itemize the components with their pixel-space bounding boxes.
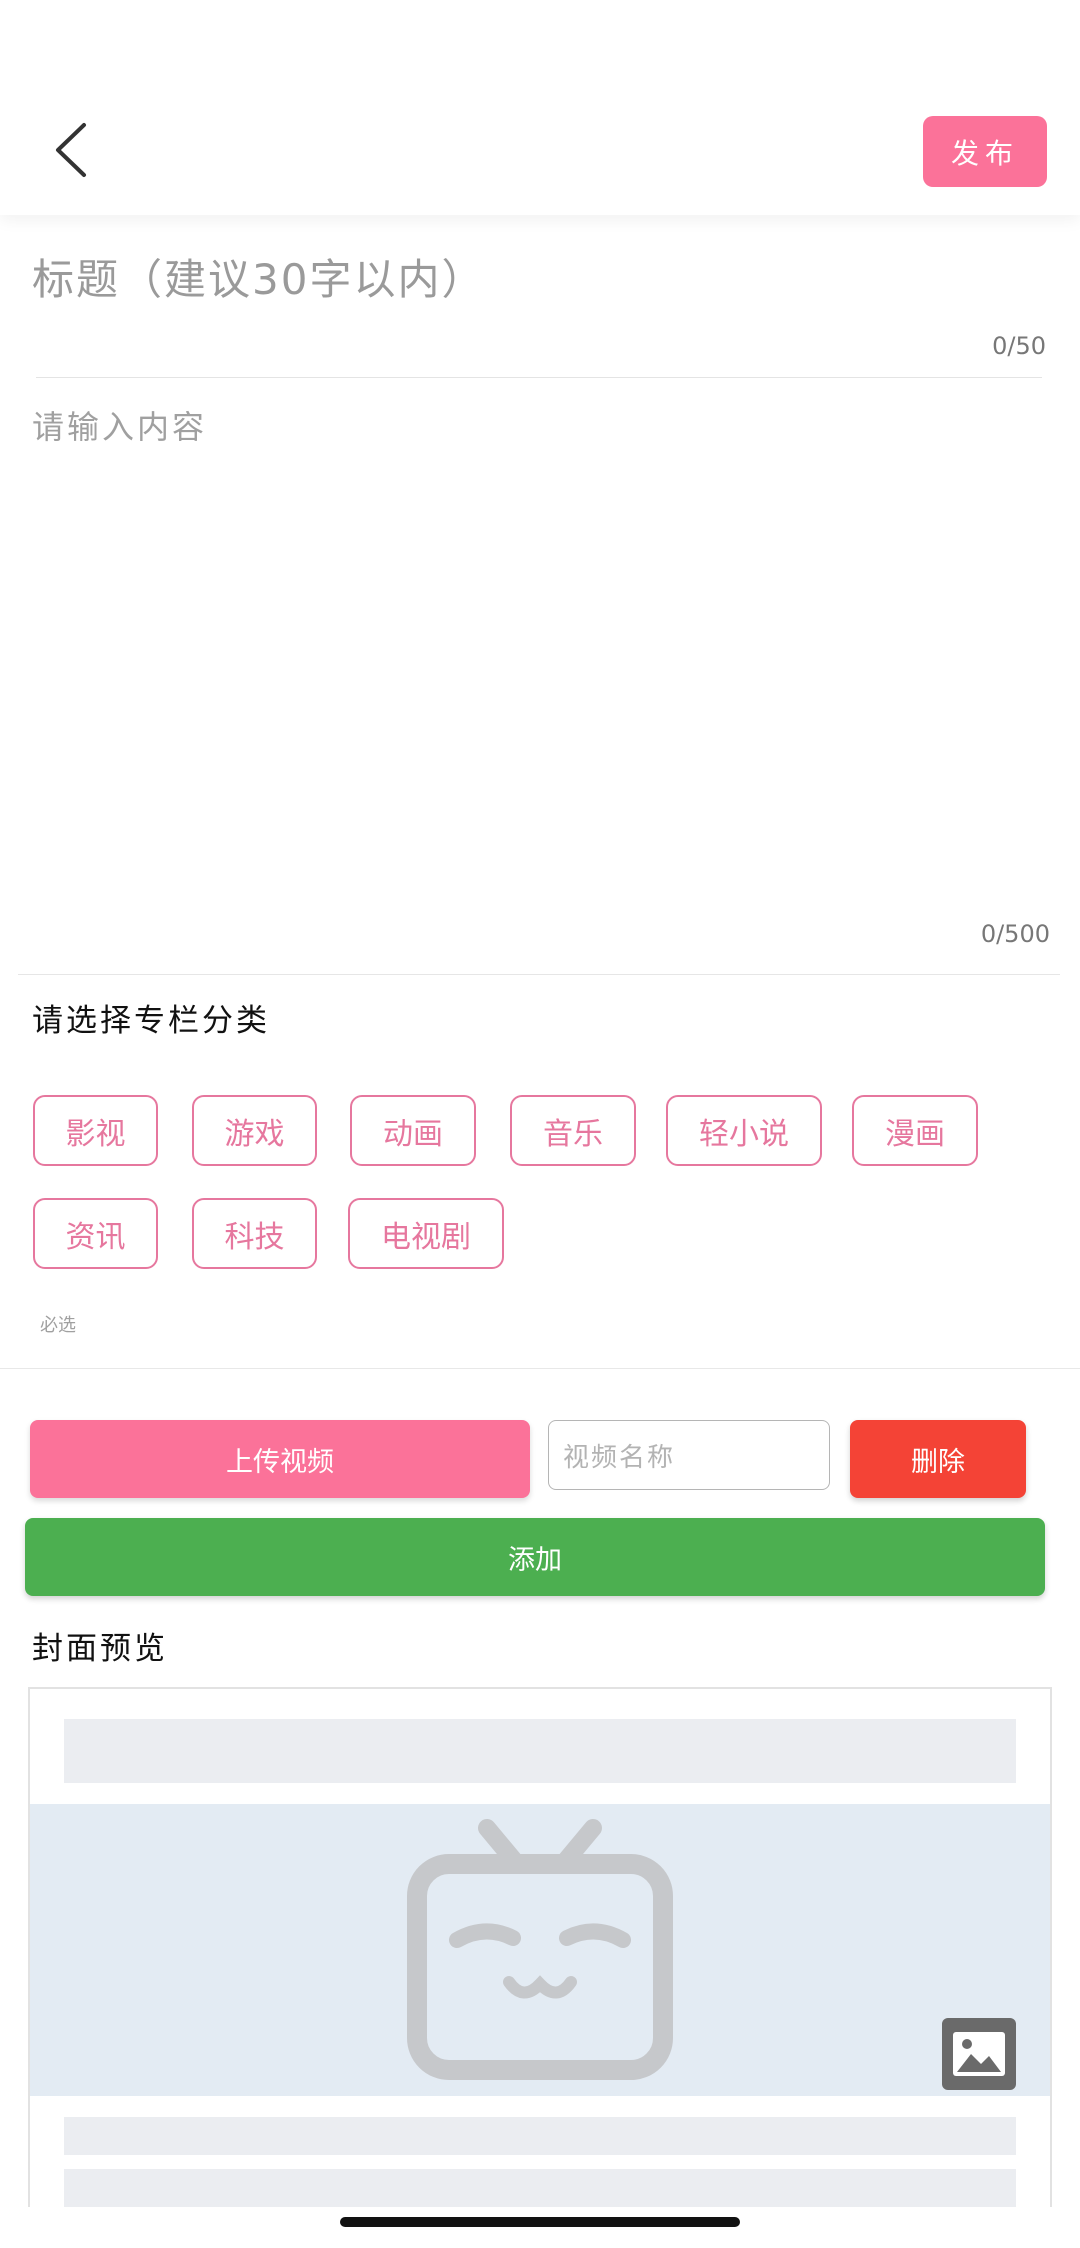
title-input[interactable]: 标题（建议30字以内） bbox=[32, 245, 1042, 315]
video-name-input[interactable]: 视频名称 bbox=[548, 1420, 830, 1490]
category-tag-film[interactable]: 影视 bbox=[33, 1095, 158, 1166]
home-indicator bbox=[340, 2217, 740, 2227]
tv-mascot-icon bbox=[407, 1819, 673, 2080]
category-tag-animation[interactable]: 动画 bbox=[350, 1095, 476, 1166]
cover-preview-label: 封面预览 bbox=[32, 1631, 168, 1667]
image-picker-button[interactable] bbox=[942, 2018, 1016, 2090]
skeleton-line bbox=[64, 2169, 1016, 2207]
chevron-left-icon bbox=[56, 123, 86, 177]
content-char-counter: 0/500 bbox=[980, 920, 1050, 948]
required-hint: 必选 bbox=[40, 1315, 76, 1336]
top-bar: 发布 bbox=[0, 0, 1080, 215]
upload-video-button[interactable]: 上传视频 bbox=[30, 1420, 530, 1498]
publish-button[interactable]: 发布 bbox=[923, 116, 1047, 187]
divider bbox=[18, 974, 1060, 975]
cover-image-placeholder bbox=[30, 1804, 1050, 2096]
category-tag-games[interactable]: 游戏 bbox=[192, 1095, 317, 1166]
add-button[interactable]: 添加 bbox=[25, 1518, 1045, 1596]
skeleton-line bbox=[64, 2117, 1016, 2155]
content-textarea[interactable]: 请输入内容 bbox=[32, 402, 1042, 902]
category-tag-tech[interactable]: 科技 bbox=[192, 1198, 317, 1269]
delete-button[interactable]: 删除 bbox=[850, 1420, 1026, 1498]
back-button[interactable] bbox=[44, 115, 100, 185]
image-icon bbox=[953, 2032, 1005, 2076]
skeleton-title-bar bbox=[64, 1719, 1016, 1783]
category-tag-light-novel[interactable]: 轻小说 bbox=[666, 1095, 822, 1166]
category-label: 请选择专栏分类 bbox=[32, 1003, 270, 1039]
category-tag-comics[interactable]: 漫画 bbox=[852, 1095, 978, 1166]
category-tag-news[interactable]: 资讯 bbox=[33, 1198, 158, 1269]
category-tag-tv-drama[interactable]: 电视剧 bbox=[348, 1198, 504, 1269]
cover-preview-card bbox=[28, 1687, 1052, 2207]
category-tag-music[interactable]: 音乐 bbox=[510, 1095, 636, 1166]
title-char-counter: 0/50 bbox=[992, 332, 1046, 360]
divider bbox=[0, 1368, 1080, 1369]
divider bbox=[36, 377, 1042, 378]
